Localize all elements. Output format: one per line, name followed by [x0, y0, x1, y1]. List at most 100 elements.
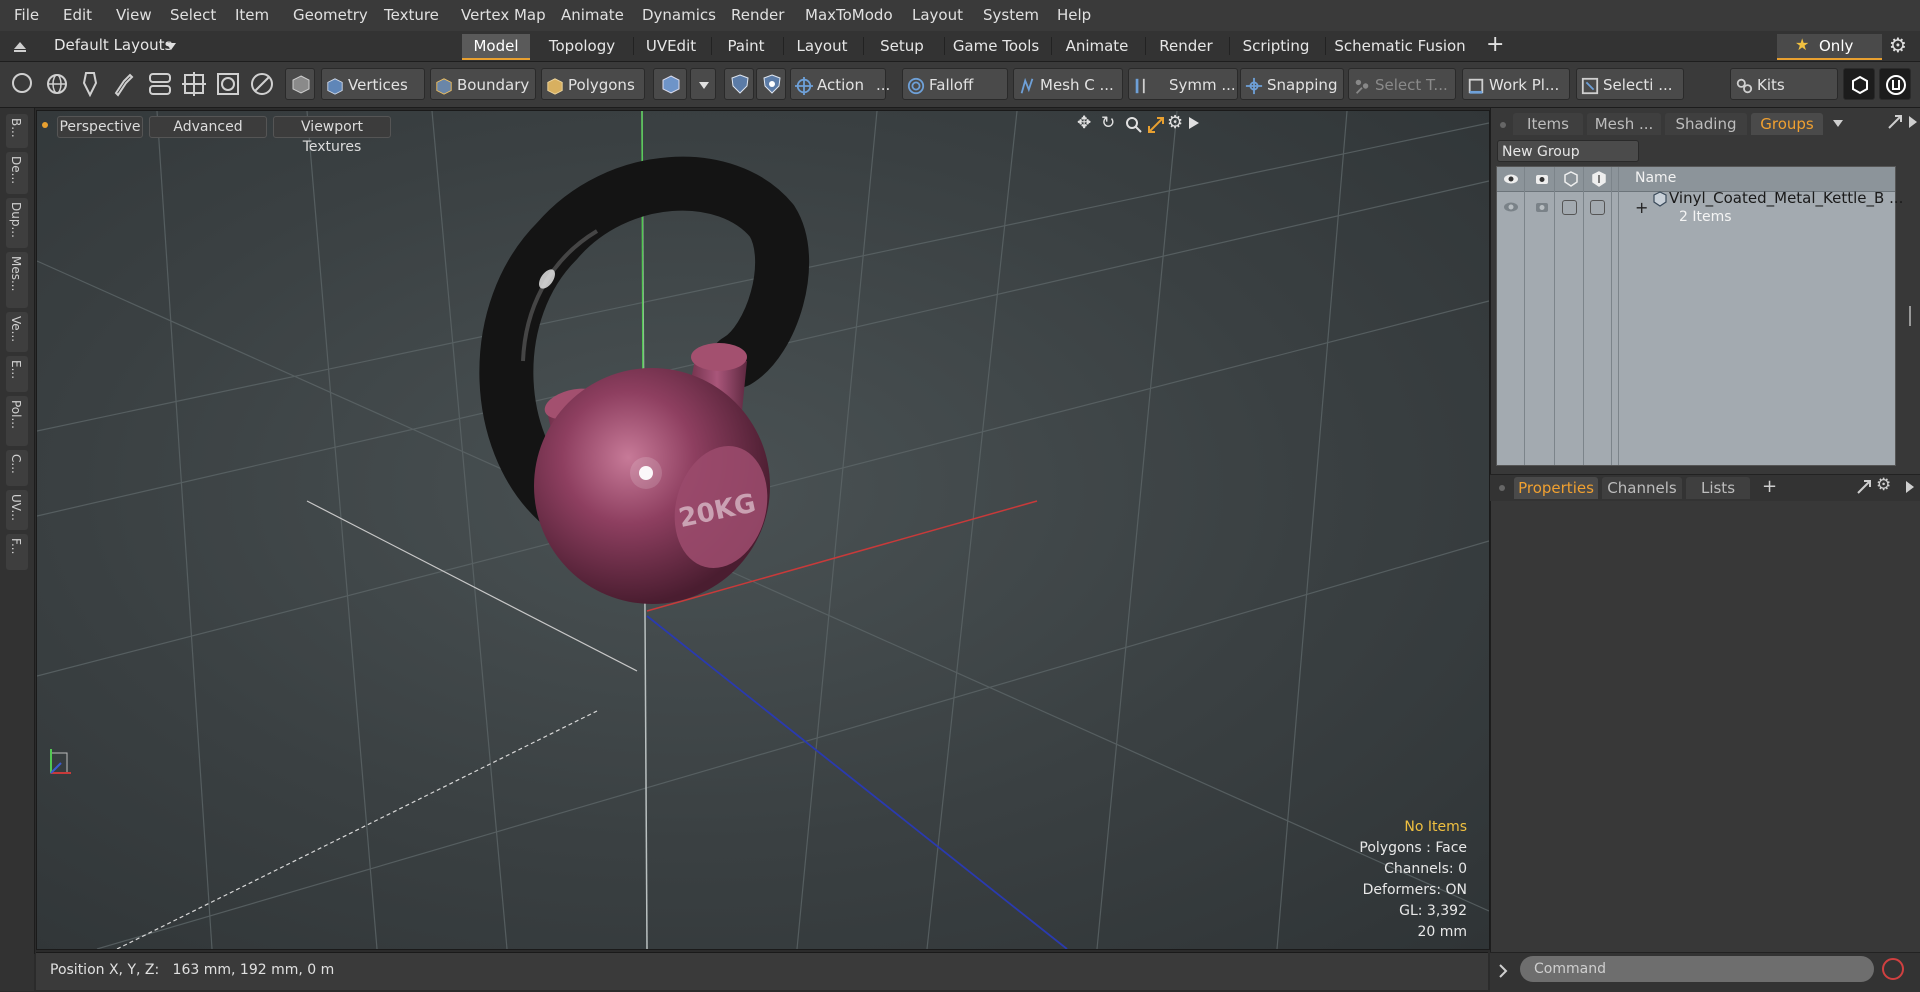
panel-menu-icon[interactable] [1499, 121, 1507, 129]
tab-schematic-fusion[interactable]: Schematic Fusion [1332, 34, 1468, 58]
group-row[interactable]: + Vinyl_Coated_Metal_Kettle_B ... 2 Item… [1497, 189, 1903, 232]
lock-checkbox[interactable] [1562, 200, 1577, 215]
tab-topology[interactable]: Topology [545, 34, 619, 58]
render-icon[interactable] [1534, 172, 1550, 186]
side-tab-basic[interactable]: B... [6, 114, 28, 148]
chevron-right-icon[interactable] [1498, 964, 1508, 978]
symmetry-button[interactable]: Symm ... [1128, 68, 1238, 100]
menu-file[interactable]: File [14, 6, 39, 24]
groups-scrollbar[interactable] [1907, 166, 1913, 464]
edge-slice-icon[interactable] [215, 71, 241, 97]
panel-menu-icon[interactable] [1498, 484, 1506, 492]
visibility-icon[interactable] [1503, 172, 1519, 186]
menu-animate[interactable]: Animate [561, 6, 624, 24]
tab-layout[interactable]: Layout [790, 34, 854, 58]
action-button[interactable]: Action... [790, 68, 890, 100]
tab-lists[interactable]: Lists [1686, 477, 1750, 499]
loop-slice-icon[interactable] [181, 71, 207, 97]
gear-icon[interactable]: ⚙ [1889, 33, 1907, 57]
tab-animate[interactable]: Animate [1058, 34, 1136, 58]
new-group-button[interactable]: New Group [1497, 140, 1639, 162]
menu-render[interactable]: Render [731, 6, 784, 24]
render-icon[interactable] [1534, 200, 1550, 214]
tab-properties[interactable]: Properties [1514, 477, 1598, 499]
command-input[interactable]: Command [1520, 956, 1874, 982]
play-icon[interactable] [1906, 481, 1914, 493]
brush-icon[interactable] [112, 71, 136, 97]
menu-geometry[interactable]: Geometry [293, 6, 368, 24]
select-checkbox[interactable] [1590, 200, 1605, 215]
menu-texture[interactable]: Texture [384, 6, 439, 24]
tab-setup[interactable]: Setup [870, 34, 934, 58]
viewport-menu-icon[interactable] [41, 121, 49, 129]
advanced-button[interactable]: Advanced [149, 116, 267, 138]
expand-group-icon[interactable]: + [1635, 198, 1648, 217]
menu-system[interactable]: System [983, 6, 1039, 24]
bridge-icon[interactable] [147, 71, 173, 97]
select-through-button[interactable]: Select T... [1348, 68, 1456, 100]
side-tab-fusion[interactable]: F... [6, 534, 28, 570]
tab-mesh[interactable]: Mesh ... [1587, 113, 1661, 135]
menu-edit[interactable]: Edit [63, 6, 92, 24]
kits-button[interactable]: Kits [1730, 68, 1838, 100]
snapping-button[interactable]: Snapping [1240, 68, 1344, 100]
menu-select[interactable]: Select [170, 6, 216, 24]
chevron-down-icon[interactable] [1833, 120, 1843, 127]
visibility-icon[interactable] [1503, 200, 1519, 214]
tab-uvedit[interactable]: UVEdit [640, 34, 702, 58]
maximize-icon[interactable] [1147, 116, 1165, 134]
pen-icon[interactable] [80, 71, 100, 97]
menu-view[interactable]: View [116, 6, 152, 24]
tab-game-tools[interactable]: Game Tools [950, 34, 1042, 58]
3d-viewport[interactable]: 20KG Perspective Advanced Viewport Textu… [36, 110, 1490, 950]
tab-model[interactable]: Model [462, 34, 530, 60]
tab-items[interactable]: Items [1513, 113, 1583, 135]
tab-render[interactable]: Render [1152, 34, 1220, 58]
layout-selector[interactable]: Default Layouts [54, 36, 172, 54]
globe-icon[interactable] [45, 72, 69, 96]
menu-item[interactable]: Item [235, 6, 269, 24]
falloff-button[interactable]: Falloff [902, 68, 1008, 100]
tab-channels[interactable]: Channels [1602, 477, 1682, 499]
play-icon[interactable] [1189, 117, 1199, 129]
expand-icon[interactable] [1856, 479, 1872, 495]
select-mode-icon[interactable] [12, 73, 32, 93]
tab-paint[interactable]: Paint [718, 34, 774, 58]
mode-dropdown[interactable] [690, 68, 716, 100]
expand-icon[interactable] [1887, 114, 1903, 130]
tab-groups[interactable]: Groups [1751, 113, 1823, 135]
menu-maxtomodo[interactable]: MaxToModo [805, 6, 893, 24]
side-tab-uv[interactable]: UV... [6, 490, 28, 530]
polygons-button[interactable]: Polygons [541, 68, 645, 100]
menu-dynamics[interactable]: Dynamics [642, 6, 716, 24]
selection-sets-button[interactable]: Selecti ... [1576, 68, 1684, 100]
menu-vertex-map[interactable]: Vertex Map [461, 6, 546, 24]
tab-scripting[interactable]: Scripting [1236, 34, 1316, 58]
viewport-settings-icon[interactable]: ⚙ [1167, 112, 1183, 133]
symmetry-shield-button[interactable] [724, 68, 754, 100]
pivot-shield-button[interactable] [756, 68, 786, 100]
add-tab-icon[interactable]: + [1486, 32, 1504, 57]
tab-shading[interactable]: Shading [1665, 113, 1747, 135]
item-mode-button[interactable] [285, 68, 315, 100]
boundary-button[interactable]: Boundary [430, 68, 536, 100]
gear-icon[interactable]: ⚙ [1876, 475, 1891, 495]
chevron-down-icon[interactable] [166, 43, 176, 50]
menu-layout[interactable]: Layout [912, 6, 963, 24]
unreal-button[interactable] [1879, 68, 1911, 100]
mesh-constraint-button[interactable]: Mesh C ... [1013, 68, 1123, 100]
play-icon[interactable] [1909, 116, 1917, 128]
side-tab-curve[interactable]: C... [6, 450, 28, 486]
perspective-button[interactable]: Perspective [57, 116, 143, 138]
viewport-textures-button[interactable]: Viewport Textures [273, 116, 391, 155]
collapse-icon[interactable] [12, 39, 28, 53]
side-tab-polygon[interactable]: Pol... [6, 396, 28, 446]
side-tab-vertex[interactable]: Ve... [6, 312, 28, 352]
material-mode-button[interactable] [653, 68, 687, 100]
only-button[interactable]: ★ Only [1777, 34, 1882, 60]
move-view-icon[interactable]: ✥ [1077, 113, 1091, 133]
menu-help[interactable]: Help [1057, 6, 1091, 24]
lock-icon[interactable] [1564, 171, 1578, 187]
record-icon[interactable] [1882, 958, 1904, 980]
side-tab-mesh-edit[interactable]: Mes... [6, 252, 28, 308]
